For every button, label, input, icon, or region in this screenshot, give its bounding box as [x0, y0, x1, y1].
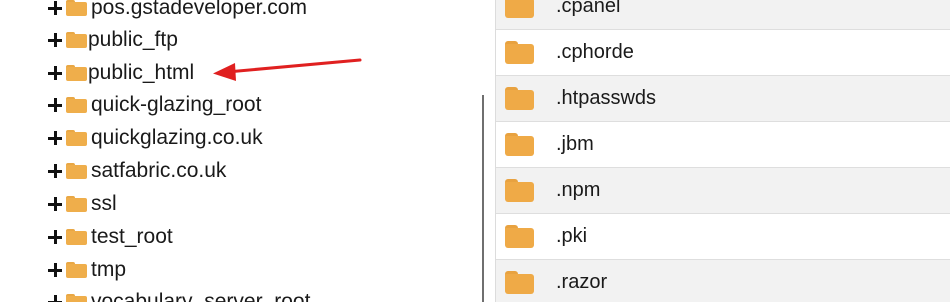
tree-item-quick-glazing-root[interactable]: quick-glazing_root — [48, 92, 261, 118]
file-name[interactable]: .pki — [556, 225, 587, 248]
tree-item-label[interactable]: quickglazing.co.uk — [91, 125, 263, 151]
expand-icon[interactable] — [48, 164, 62, 178]
tree-item-ssl[interactable]: ssl — [48, 191, 117, 217]
tree-item-quickglazing[interactable]: quickglazing.co.uk — [48, 125, 263, 151]
tree-item-vocabulary-server-root[interactable]: vocabulary_server_root — [48, 289, 310, 302]
tree-item-label[interactable]: pos.gstadeveloper.com — [91, 0, 307, 21]
expand-icon[interactable] — [48, 131, 62, 145]
folder-icon — [66, 262, 87, 278]
folder-icon — [66, 163, 87, 179]
list-item[interactable]: .cphorde — [496, 30, 950, 76]
file-list: .cpanel .cphorde .htpasswds .jbm .npm .p… — [495, 0, 950, 302]
tree-item-label[interactable]: vocabulary_server_root — [91, 289, 310, 302]
tree-item-label[interactable]: public_ftp — [88, 27, 178, 53]
folder-icon — [66, 0, 87, 16]
list-item[interactable]: .razor — [496, 260, 950, 302]
list-item[interactable]: .jbm — [496, 122, 950, 168]
file-name[interactable]: .razor — [556, 271, 607, 294]
pane-divider[interactable] — [482, 95, 484, 302]
folder-icon — [505, 40, 534, 64]
expand-icon[interactable] — [48, 1, 62, 15]
annotation-arrow-icon — [213, 58, 362, 81]
tree-item-tmp[interactable]: tmp — [48, 257, 126, 283]
directory-tree: pos.gstadeveloper.com public_ftp public_… — [0, 0, 482, 302]
list-item[interactable]: .cpanel — [496, 0, 950, 30]
expand-icon[interactable] — [48, 66, 62, 80]
tree-item-label[interactable]: test_root — [91, 224, 173, 250]
tree-item-label[interactable]: satfabric.co.uk — [91, 158, 226, 184]
tree-item-label[interactable]: tmp — [91, 257, 126, 283]
folder-icon — [505, 132, 534, 156]
tree-item-public-ftp[interactable]: public_ftp — [48, 27, 178, 53]
folder-icon — [505, 178, 534, 202]
folder-icon — [505, 0, 534, 18]
folder-icon — [66, 294, 87, 302]
tree-item-label[interactable]: ssl — [91, 191, 117, 217]
expand-icon[interactable] — [48, 295, 62, 302]
expand-icon[interactable] — [48, 263, 62, 277]
tree-item-label[interactable]: quick-glazing_root — [91, 92, 261, 118]
folder-icon — [505, 86, 534, 110]
file-name[interactable]: .cpanel — [556, 0, 621, 18]
file-name[interactable]: .htpasswds — [556, 87, 656, 110]
tree-item-test-root[interactable]: test_root — [48, 224, 173, 250]
folder-icon — [66, 196, 87, 212]
tree-item-pos-gstadeveloper[interactable]: pos.gstadeveloper.com — [48, 0, 307, 21]
tree-item-satfabric[interactable]: satfabric.co.uk — [48, 158, 226, 184]
folder-icon — [505, 224, 534, 248]
tree-item-label[interactable]: public_html — [88, 60, 194, 86]
file-name[interactable]: .cphorde — [556, 41, 634, 64]
expand-icon[interactable] — [48, 98, 62, 112]
file-manager: pos.gstadeveloper.com public_ftp public_… — [0, 0, 950, 302]
folder-icon — [505, 270, 534, 294]
file-name[interactable]: .jbm — [556, 133, 594, 156]
file-name[interactable]: .npm — [556, 179, 600, 202]
expand-icon[interactable] — [48, 197, 62, 211]
folder-icon — [66, 65, 87, 81]
tree-item-public-html[interactable]: public_html — [48, 60, 194, 86]
folder-icon — [66, 32, 87, 48]
folder-icon — [66, 97, 87, 113]
expand-icon[interactable] — [48, 33, 62, 47]
list-item[interactable]: .pki — [496, 214, 950, 260]
expand-icon[interactable] — [48, 230, 62, 244]
list-item[interactable]: .npm — [496, 168, 950, 214]
folder-icon — [66, 130, 87, 146]
folder-icon — [66, 229, 87, 245]
list-item[interactable]: .htpasswds — [496, 76, 950, 122]
